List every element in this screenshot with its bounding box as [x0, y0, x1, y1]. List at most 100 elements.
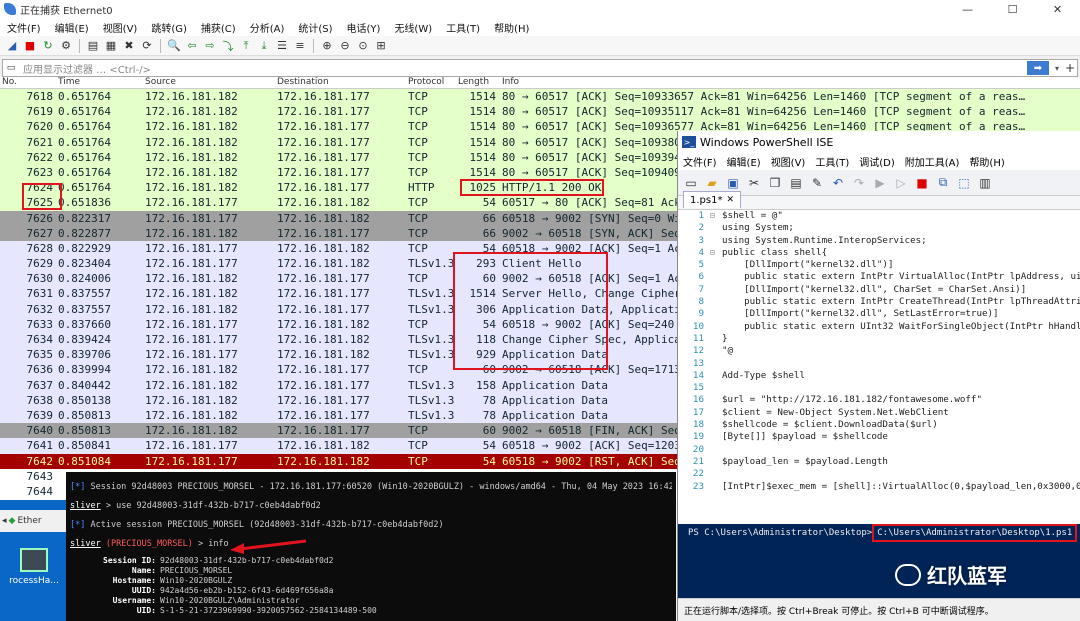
script-editor[interactable]: ⊟ 1 $shell = @" 2 using System; 3 using System… [678, 209, 1080, 524]
code-text: [DllImport("kernel32.dll")] [722, 259, 894, 271]
minimize-button[interactable]: — [945, 0, 990, 18]
packet-no: 7633 [26, 317, 54, 331]
col-source[interactable]: Source [145, 77, 176, 87]
restart-capture-icon[interactable]: ↻ [40, 38, 56, 54]
close-file-icon[interactable]: ✖ [121, 38, 137, 54]
zoom-out-icon[interactable]: ⊖ [337, 38, 353, 54]
col-protocol[interactable]: Protocol [408, 77, 444, 87]
apply-filter-button[interactable]: ➡ [1027, 61, 1049, 75]
clear-icon[interactable]: ✎ [808, 174, 826, 192]
menu-wireless[interactable]: 无线(W) [387, 20, 439, 35]
stop-capture-icon[interactable]: ■ [22, 38, 38, 54]
info-key: UID: [136, 606, 156, 615]
info-key: Hostname: [112, 576, 156, 585]
run-selection-icon[interactable]: ▷ [892, 174, 910, 192]
paste-icon[interactable]: ▤ [787, 174, 805, 192]
packet-proto: TCP [408, 90, 428, 103]
packet-proto: TCP [408, 317, 428, 331]
packet-time: 0.850813 [58, 424, 111, 438]
menu-view[interactable]: 视图(V) [96, 20, 145, 35]
col-no[interactable]: No. [2, 77, 17, 87]
back-icon[interactable]: ◂ [2, 516, 7, 526]
packet-proto: TCP [408, 196, 428, 210]
menu-capture[interactable]: 捕获(C) [194, 20, 243, 35]
layout-icon[interactable]: ▥ [976, 174, 994, 192]
go-forward-icon[interactable]: ⇨ [202, 38, 218, 54]
ise-menu-help[interactable]: 帮助(H) [964, 154, 1009, 169]
col-destination[interactable]: Destination [277, 77, 329, 87]
filter-history-dropdown-icon[interactable]: ▾ [1051, 64, 1063, 73]
go-back-icon[interactable]: ⇦ [184, 38, 200, 54]
menu-file[interactable]: 文件(F) [0, 20, 48, 35]
fold-toggle-icon[interactable]: ⊟ [710, 247, 715, 259]
run-icon[interactable]: ▶ [871, 174, 889, 192]
col-info[interactable]: Info [502, 77, 519, 87]
process-hacker-shortcut[interactable]: rocessHa... [4, 548, 64, 598]
stop-icon[interactable]: ■ [913, 174, 931, 192]
resize-columns-icon[interactable]: ⊞ [373, 38, 389, 54]
find-packet-icon[interactable]: 🔍 [166, 38, 182, 54]
start-capture-icon[interactable]: ◢ [4, 38, 20, 54]
col-length[interactable]: Length [458, 77, 489, 87]
copy-icon[interactable]: ❐ [766, 174, 784, 192]
last-packet-icon[interactable]: ⤓ [256, 38, 272, 54]
undo-icon[interactable]: ↶ [829, 174, 847, 192]
ise-menu-addons[interactable]: 附加工具(A) [900, 154, 965, 169]
bookmark-icon[interactable]: ▭ [3, 60, 19, 76]
colorize-icon[interactable]: ≡ [292, 38, 308, 54]
info-key: Name: [131, 566, 156, 575]
packet-info: Application Data [502, 408, 608, 422]
first-packet-icon[interactable]: ⤒ [238, 38, 254, 54]
zoom-in-icon[interactable]: ⊕ [319, 38, 335, 54]
display-filter-input[interactable]: 应用显示过滤器 … <Ctrl-/> [19, 61, 1027, 76]
ise-menu-debug[interactable]: 调试(D) [854, 154, 900, 169]
packet-row[interactable]: 7618 0.651764 172.16.181.182 172.16.181.177… [0, 89, 1080, 105]
maximize-button[interactable]: ☐ [990, 0, 1035, 18]
redo-icon[interactable]: ↷ [850, 174, 868, 192]
open-icon[interactable]: ▰ [703, 174, 721, 192]
capture-options-icon[interactable]: ⚙ [58, 38, 74, 54]
menu-help[interactable]: 帮助(H) [487, 20, 536, 35]
go-to-packet-icon[interactable]: ⤵ [220, 38, 236, 54]
shark-tab-icon[interactable]: ◆ [9, 516, 16, 526]
packet-row[interactable]: 7619 0.651764 172.16.181.182 172.16.181.177… [0, 104, 1080, 120]
ethernet-tab[interactable]: Ether [17, 516, 41, 526]
ise-menu-view[interactable]: 视图(V) [766, 154, 811, 169]
menu-tools[interactable]: 工具(T) [439, 20, 487, 35]
start-powershell-icon[interactable]: ⬚ [955, 174, 973, 192]
ise-menu-edit[interactable]: 编辑(E) [722, 154, 766, 169]
save-file-icon[interactable]: ▦ [103, 38, 119, 54]
col-time[interactable]: Time [58, 77, 80, 87]
open-file-icon[interactable]: ▤ [85, 38, 101, 54]
new-file-icon[interactable]: ▭ [682, 174, 700, 192]
save-icon[interactable]: ▣ [724, 174, 742, 192]
menu-telephony[interactable]: 电话(Y) [340, 20, 388, 35]
ise-console[interactable]: PS C:\Users\Administrator\Desktop> C:\Use… [678, 524, 1080, 598]
packet-info: 60518 → 9002 [ACK] Seq=1203 [502, 439, 681, 453]
add-filter-button[interactable]: + [1063, 61, 1077, 75]
script-tab[interactable]: 1.ps1* ✕ [683, 191, 742, 208]
reload-icon[interactable]: ⟳ [139, 38, 155, 54]
packet-dst: 172.16.181.177 [277, 272, 370, 286]
menu-go[interactable]: 跳转(G) [144, 20, 194, 35]
zoom-reset-icon[interactable]: ⊙ [355, 38, 371, 54]
menu-statistics[interactable]: 统计(S) [291, 20, 339, 35]
packet-proto: TLSv1.3 [408, 378, 455, 392]
ise-menu-file[interactable]: 文件(F) [678, 154, 722, 169]
code-text: public class shell{ [722, 246, 828, 258]
packet-no: 7642 [26, 454, 54, 468]
autoscroll-icon[interactable]: ☰ [274, 38, 290, 54]
sliver-terminal[interactable]: [*] Session 92d48003 PRECIOUS_MORSEL - 1… [66, 472, 676, 621]
fold-toggle-icon[interactable]: ⊟ [710, 210, 715, 222]
line-number: 7 [698, 283, 704, 295]
remote-tab-icon[interactable]: ⧉ [934, 174, 952, 192]
packet-len: 1514 [469, 287, 497, 301]
ise-menu-tools[interactable]: 工具(T) [810, 154, 854, 169]
cut-icon[interactable]: ✂ [745, 174, 763, 192]
terminal-line: sliver (PRECIOUS_MORSEL) > info [70, 539, 229, 549]
menu-analyze[interactable]: 分析(A) [243, 20, 292, 35]
close-tab-icon[interactable]: ✕ [726, 195, 734, 205]
menu-edit[interactable]: 编辑(E) [48, 20, 96, 35]
close-button[interactable]: ✕ [1035, 0, 1080, 18]
line-number: 1 [698, 210, 704, 221]
